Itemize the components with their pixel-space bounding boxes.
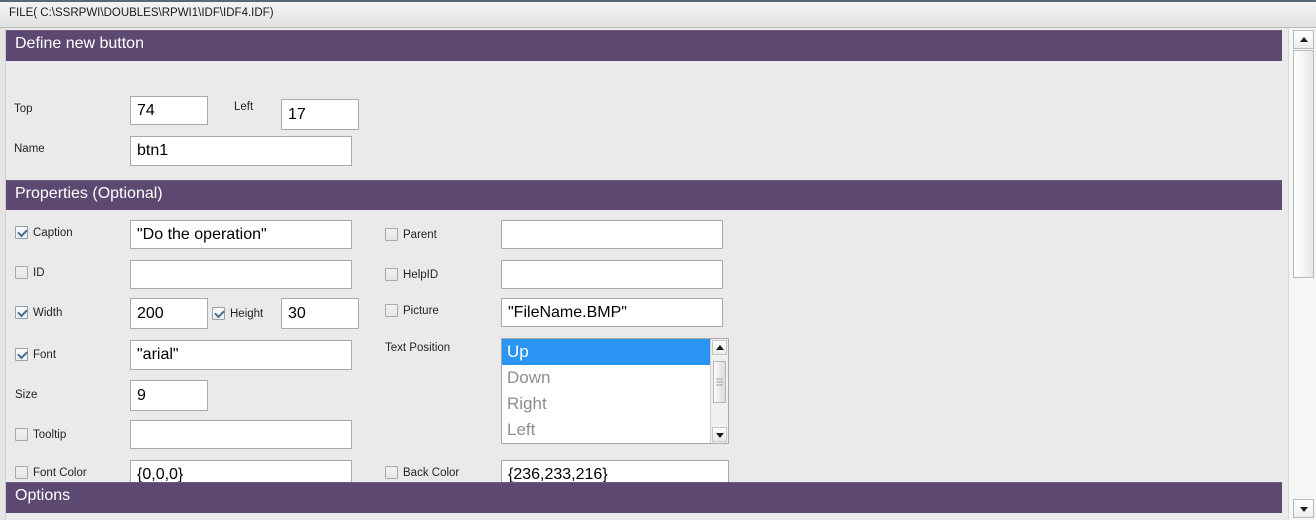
- help-id-input[interactable]: [501, 260, 723, 289]
- left-input[interactable]: [281, 99, 359, 130]
- parent-checkbox[interactable]: [385, 228, 398, 241]
- section-title-properties: Properties (Optional): [15, 185, 163, 202]
- back-color-checkbox[interactable]: [385, 466, 398, 479]
- width-checkbox[interactable]: [15, 306, 28, 319]
- label-back-color: Back Color: [403, 467, 460, 479]
- chevron-down-icon: [715, 432, 724, 438]
- text-position-option-right[interactable]: Right: [502, 391, 710, 417]
- scrollbar-thumb[interactable]: [1293, 50, 1314, 278]
- listbox-scroll-up-button[interactable]: [712, 340, 727, 355]
- label-caption: Caption: [33, 227, 73, 239]
- listbox-scrollbar[interactable]: [710, 339, 728, 443]
- label-font: Font: [33, 349, 57, 361]
- font-input[interactable]: [130, 340, 352, 370]
- label-tooltip: Tooltip: [33, 429, 67, 441]
- label-name: Name: [14, 143, 45, 155]
- top-input[interactable]: [130, 96, 208, 125]
- picture-input[interactable]: [501, 298, 723, 327]
- panel-properties: Caption ID Width Height Font Size Toolti…: [6, 210, 1282, 489]
- tooltip-input[interactable]: [130, 420, 352, 449]
- text-position-option-up[interactable]: Up: [502, 339, 710, 365]
- caption-checkbox[interactable]: [15, 226, 28, 239]
- label-height: Height: [230, 308, 264, 320]
- id-input[interactable]: [130, 260, 352, 289]
- width-input[interactable]: [130, 298, 208, 329]
- id-checkbox[interactable]: [15, 266, 28, 279]
- label-id: ID: [33, 267, 45, 279]
- scroll-up-button[interactable]: [1293, 30, 1314, 49]
- help-id-checkbox[interactable]: [385, 268, 398, 281]
- application-window: FILE( C:\SSRPWI\DOUBLES\RPWI1\IDF\IDF4.I…: [0, 0, 1316, 520]
- name-input[interactable]: [130, 136, 352, 166]
- section-title-define: Define new button: [15, 35, 144, 52]
- chevron-up-icon: [1299, 36, 1308, 42]
- text-position-option-down[interactable]: Down: [502, 365, 710, 391]
- window-vertical-scrollbar[interactable]: [1288, 28, 1316, 520]
- picture-checkbox[interactable]: [385, 304, 398, 317]
- size-input[interactable]: [130, 380, 208, 411]
- label-font-color: Font Color: [33, 467, 87, 479]
- file-path-text: FILE( C:\SSRPWI\DOUBLES\RPWI1\IDF\IDF4.I…: [9, 7, 274, 19]
- label-picture: Picture: [403, 305, 439, 317]
- font-checkbox[interactable]: [15, 348, 28, 361]
- text-position-listbox[interactable]: Up Down Right Left: [501, 338, 729, 444]
- label-help-id: HelpID: [403, 269, 439, 281]
- label-width: Width: [33, 307, 63, 319]
- section-title-options: Options: [15, 487, 71, 504]
- section-header-define-new-button: Define new button: [6, 30, 1282, 61]
- section-header-properties: Properties (Optional): [6, 180, 1282, 210]
- section-header-options: Options: [6, 482, 1282, 513]
- listbox-scroll-down-button[interactable]: [712, 427, 727, 442]
- text-position-option-left[interactable]: Left: [502, 417, 710, 443]
- grip-icon: [716, 378, 723, 386]
- caption-input[interactable]: [130, 220, 352, 249]
- height-input[interactable]: [281, 298, 359, 329]
- text-position-options[interactable]: Up Down Right Left: [502, 339, 710, 443]
- label-text-position: Text Position: [385, 342, 451, 354]
- chevron-down-icon: [1299, 506, 1308, 512]
- tooltip-checkbox[interactable]: [15, 428, 28, 441]
- parent-input[interactable]: [501, 220, 723, 249]
- chevron-up-icon: [715, 344, 724, 350]
- scroll-down-button[interactable]: [1293, 499, 1314, 518]
- label-top: Top: [14, 103, 33, 115]
- label-parent: Parent: [403, 229, 437, 241]
- height-checkbox[interactable]: [212, 307, 225, 320]
- label-left: Left: [234, 101, 254, 113]
- font-color-checkbox[interactable]: [15, 466, 28, 479]
- form-content-area: Define new button Top Left Name Properti…: [0, 28, 1288, 520]
- file-path-bar: FILE( C:\SSRPWI\DOUBLES\RPWI1\IDF\IDF4.I…: [0, 0, 1316, 28]
- label-size: Size: [15, 389, 38, 401]
- panel-define-new-button: Top Left Name: [6, 61, 1282, 180]
- listbox-scrollbar-thumb[interactable]: [713, 361, 726, 403]
